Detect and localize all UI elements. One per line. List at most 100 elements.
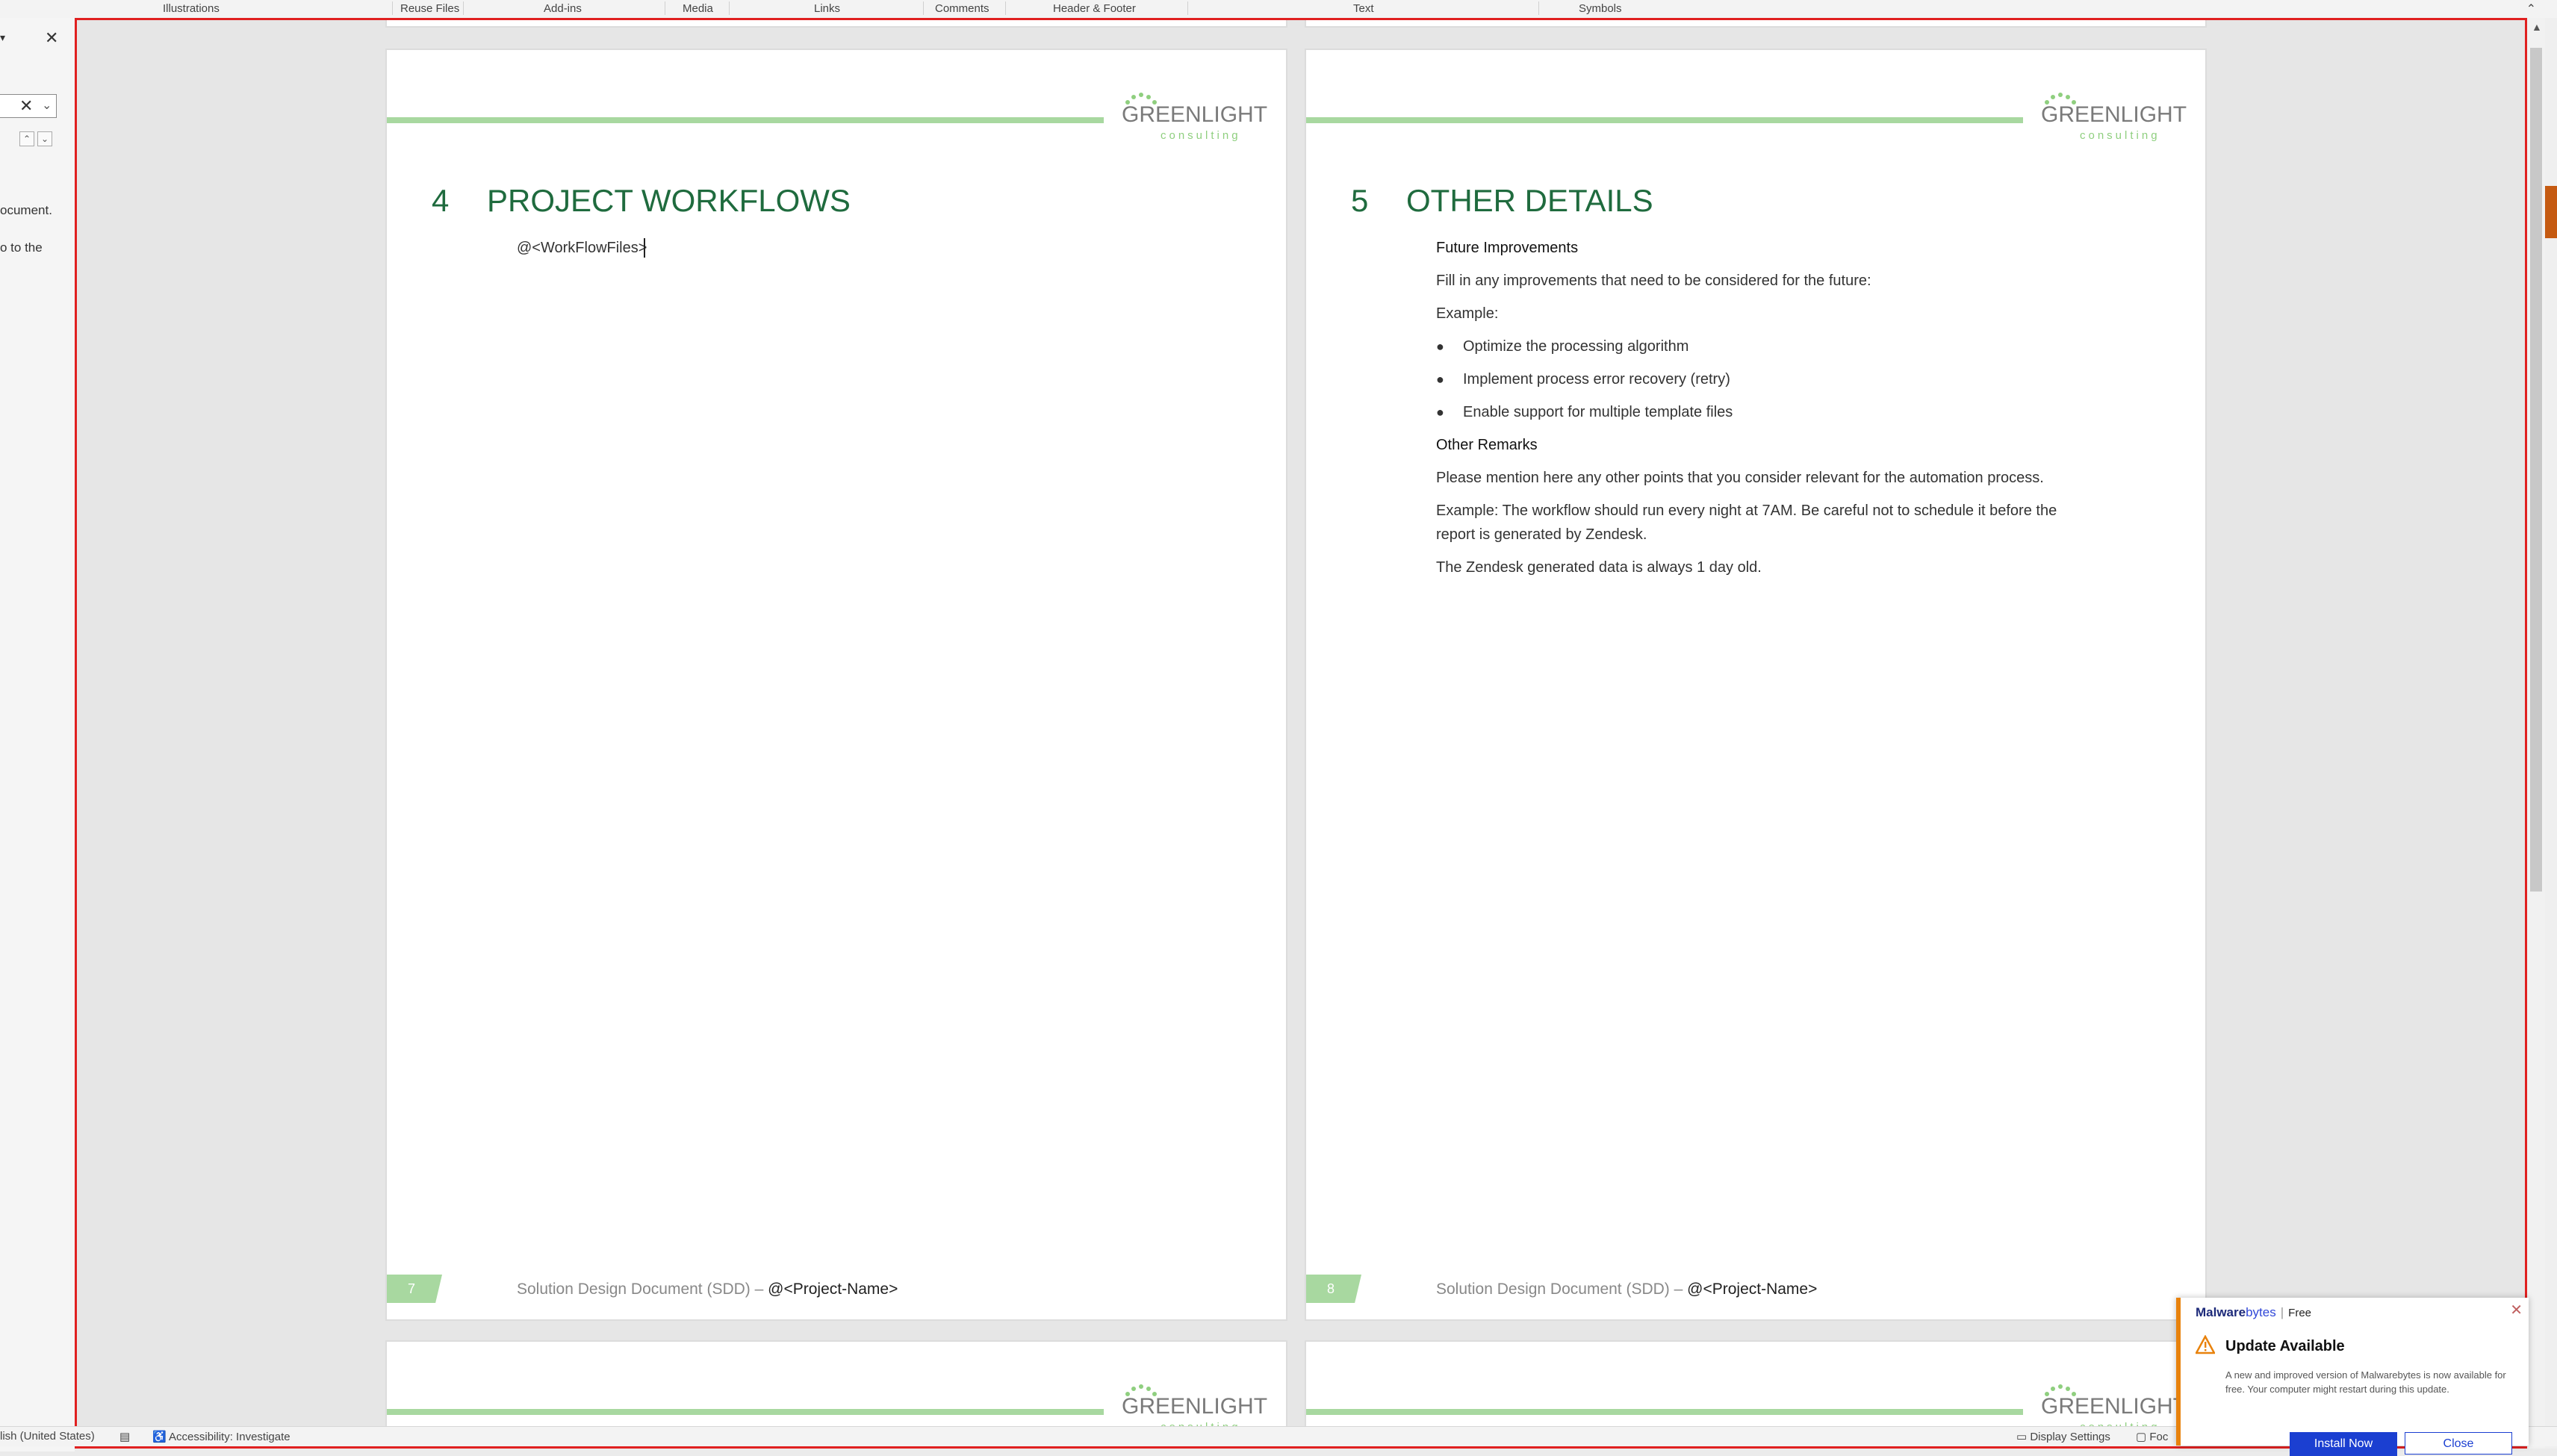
status-bar: lish (United States) ▤ ♿ Accessibility: … — [0, 1426, 2557, 1446]
collapse-ribbon-icon[interactable]: ⌃ — [2526, 1, 2536, 16]
malwarebytes-brand: Malwarebytes | Free — [2196, 1305, 2311, 1320]
bullet-icon: ● — [1436, 372, 1444, 387]
greenlight-logo: GREENLIGHT consulting — [2041, 92, 2187, 142]
ribbon-group-illustrations[interactable]: Illustrations — [163, 2, 220, 15]
navigation-pane: ▾ ✕ ✕ ⌄ ⌃ ⌄ ocument. o to the — [0, 18, 75, 1452]
malwarebytes-update-toast[interactable]: Malwarebytes | Free ✕ Update Available A n… — [2176, 1298, 2529, 1456]
section-heading: 5 OTHER DETAILS — [1351, 183, 1653, 219]
ribbon-separator — [1005, 1, 1006, 15]
word-count-icon[interactable]: ▤ — [119, 1430, 130, 1443]
brand-tier: Free — [2288, 1307, 2311, 1319]
nav-pane-options-icon[interactable]: ▾ — [0, 31, 5, 44]
search-clear-icon[interactable]: ✕ — [19, 96, 33, 116]
footer-page-number: 7 — [387, 1275, 442, 1303]
list-item: ● Implement process error recovery (retry… — [1436, 371, 1730, 388]
header-rule — [387, 117, 1104, 123]
focus-button[interactable]: ▢ Foc — [2136, 1430, 2168, 1443]
ribbon-separator — [392, 1, 393, 15]
footer-page-number: 8 — [1306, 1275, 1361, 1303]
remarks-example-line: report is generated by Zendesk. — [1436, 526, 1647, 543]
section-number: 5 — [1351, 183, 1369, 218]
future-improvements-heading: Future Improvements — [1436, 240, 1579, 256]
section-heading: 4 PROJECT WORKFLOWS — [432, 183, 851, 219]
ribbon-group-links[interactable]: Links — [814, 2, 840, 15]
scrollbar-thumb[interactable] — [2530, 48, 2542, 892]
nav-pane-text-fragment: o to the — [0, 240, 43, 255]
logo-subtitle: consulting — [2080, 129, 2160, 142]
logo-wordmark: GREENLIGHT — [1122, 102, 1268, 127]
list-item: ● Enable support for multiple template fi… — [1436, 404, 1733, 420]
next-result-button[interactable]: ⌄ — [37, 131, 52, 146]
close-button[interactable]: Close — [2405, 1432, 2512, 1455]
toast-message: A new and improved version of Malwarebyt… — [2225, 1369, 2506, 1395]
nav-search-input[interactable]: ✕ ⌄ — [0, 94, 57, 118]
bullet-icon: ● — [1436, 339, 1444, 354]
header-rule — [1306, 1409, 2023, 1415]
vertical-scrollbar[interactable]: ▲ — [2527, 18, 2545, 1449]
language-status[interactable]: lish (United States) — [0, 1430, 95, 1443]
warning-icon — [2196, 1335, 2215, 1354]
footer-text: Solution Design Document (SDD) – @<Proje… — [1436, 1281, 1817, 1298]
display-settings-button[interactable]: ▭ Display Settings — [2016, 1430, 2110, 1443]
chevron-down-icon[interactable]: ⌄ — [42, 98, 52, 113]
logo-subtitle: consulting — [1161, 129, 1241, 142]
page-7[interactable]: GREENLIGHT consulting 4 PROJECT WORKFLOWS… — [387, 50, 1286, 1319]
remarks-intro-text: Please mention here any other points tha… — [1436, 470, 2044, 486]
previous-result-button[interactable]: ⌃ — [19, 131, 34, 146]
ribbon-group-media[interactable]: Media — [683, 2, 713, 15]
previous-page-bottom — [1306, 20, 2205, 26]
ribbon-group-reuse-files[interactable]: Reuse Files — [400, 2, 459, 15]
future-intro-text: Fill in any improvements that need to be… — [1436, 273, 1871, 289]
ribbon-separator — [1187, 1, 1188, 15]
greenlight-logo: GREENLIGHT consulting — [1122, 1384, 1268, 1434]
toast-close-icon[interactable]: ✕ — [2510, 1301, 2523, 1319]
text-cursor — [644, 238, 645, 258]
focus-icon: ▢ — [2136, 1431, 2150, 1443]
ribbon-separator — [923, 1, 924, 15]
nav-pane-close-icon[interactable]: ✕ — [45, 28, 58, 48]
previous-page-bottom — [387, 20, 1286, 26]
section-number: 4 — [432, 183, 450, 218]
scroll-up-icon[interactable]: ▲ — [2532, 21, 2542, 33]
ribbon-group-header-footer[interactable]: Header & Footer — [1053, 2, 1136, 15]
bullet-icon: ● — [1436, 405, 1444, 420]
nav-pane-text-fragment: ocument. — [0, 203, 52, 217]
header-rule — [387, 1409, 1104, 1415]
brand-light: bytes — [2246, 1305, 2276, 1319]
example-label: Example: — [1436, 305, 1499, 322]
section-title: OTHER DETAILS — [1406, 183, 1653, 218]
brand-separator: | — [2280, 1305, 2284, 1319]
workflow-files-placeholder[interactable]: @<WorkFlowFiles> — [517, 240, 647, 257]
ribbon-separator — [729, 1, 730, 15]
brand-bold: Malware — [2196, 1305, 2246, 1319]
remarks-note-text: The Zendesk generated data is always 1 d… — [1436, 559, 1762, 576]
ribbon-group-add-ins[interactable]: Add-ins — [544, 2, 582, 15]
header-rule — [1306, 117, 2023, 123]
footer-project-name: @<Project-Name> — [768, 1281, 898, 1298]
install-now-button[interactable]: Install Now — [2290, 1432, 2397, 1456]
document-canvas[interactable]: GREENLIGHT consulting 4 PROJECT WORKFLOWS… — [75, 18, 2527, 1449]
accessibility-status[interactable]: ♿ Accessibility: Investigate — [152, 1430, 291, 1443]
right-edge-panel — [2545, 18, 2557, 1449]
ribbon-group-symbols[interactable]: Symbols — [1579, 2, 1622, 15]
list-item: ● Optimize the processing algorithm — [1436, 338, 1689, 355]
ribbon-group-labels: Illustrations Reuse Files Add-ins Media … — [0, 0, 2557, 19]
remarks-example-line: Example: The workflow should run every n… — [1436, 503, 2057, 519]
ribbon-group-text[interactable]: Text — [1353, 2, 1374, 15]
greenlight-logo: GREENLIGHT consulting — [1122, 92, 1268, 142]
logo-wordmark: GREENLIGHT — [2041, 102, 2187, 127]
toast-title: Update Available — [2225, 1338, 2345, 1354]
ribbon-group-comments[interactable]: Comments — [935, 2, 989, 15]
other-remarks-heading: Other Remarks — [1436, 437, 1538, 453]
ribbon-separator — [463, 1, 464, 15]
logo-wordmark: GREENLIGHT — [2041, 1394, 2187, 1419]
footer-doc-title: Solution Design Document (SDD) – — [517, 1281, 764, 1298]
display-icon: ▭ — [2016, 1431, 2031, 1443]
page-8[interactable]: GREENLIGHT consulting 5 OTHER DETAILS Fut… — [1306, 50, 2205, 1319]
footer-text: Solution Design Document (SDD) – @<Proje… — [517, 1281, 898, 1298]
logo-wordmark: GREENLIGHT — [1122, 1394, 1268, 1419]
accessibility-icon: ♿ — [152, 1431, 170, 1443]
accent-marker — [2545, 186, 2557, 238]
ribbon-separator — [1538, 1, 1539, 15]
footer-doc-title: Solution Design Document (SDD) – — [1436, 1281, 1683, 1298]
